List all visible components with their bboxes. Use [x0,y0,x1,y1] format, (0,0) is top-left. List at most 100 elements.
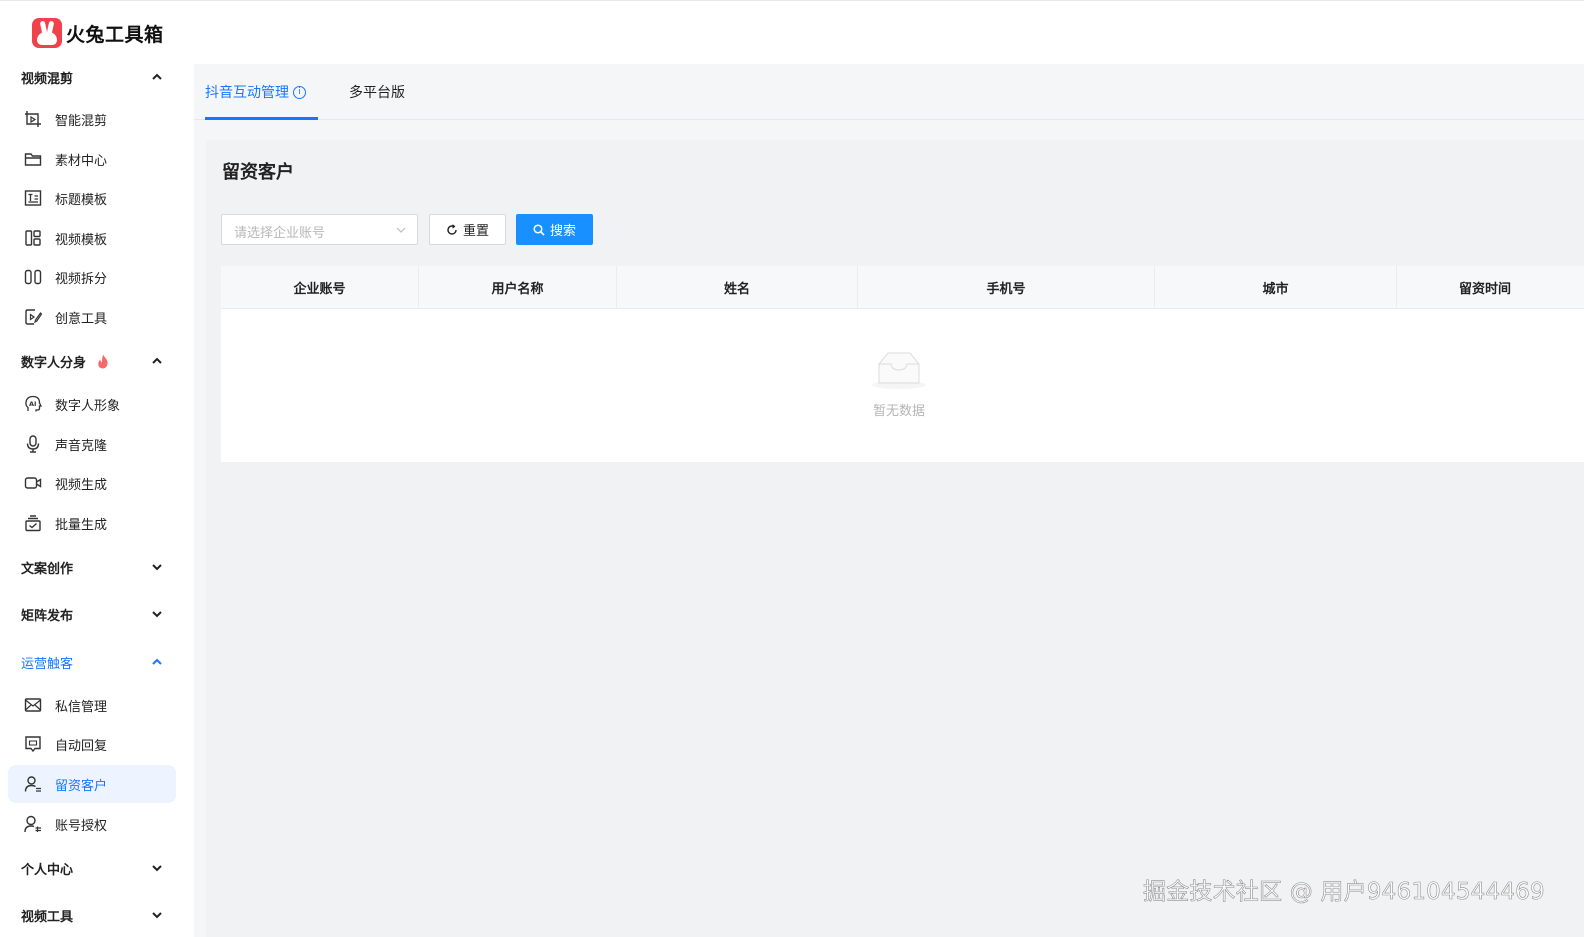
chevron-down-icon [152,912,162,919]
search-icon [533,223,545,236]
column-header-username[interactable]: 用户名称 [419,266,617,309]
sidebar-item-smart-edit[interactable]: 智能混剪 [8,100,176,138]
tab-douyin-interaction[interactable]: 抖音互动管理 i [205,64,306,120]
chevron-down-icon [152,564,162,571]
info-icon[interactable]: i [293,85,306,99]
sidebar-item-label: 声音克隆 [55,438,108,454]
account-select[interactable]: 请选择企业账号 [221,214,418,245]
rabbit-logo-icon [32,18,62,48]
sidebar-group-copywriting[interactable]: 文案创作 [0,547,194,587]
page-title: 留资客户 [222,162,294,183]
sidebar-item-messages[interactable]: 私信管理 [8,686,176,724]
sidebar-item-label: 智能混剪 [55,113,108,129]
ai-avatar-icon: AI [25,395,42,412]
sidebar-item-label: 标题模板 [55,192,108,208]
empty-state-text: 暂无数据 [872,404,925,419]
sidebar-item-label: 数字人形象 [55,398,121,414]
sidebar-group-video-mix[interactable]: 视频混剪 [0,57,194,97]
table-header: 企业账号 用户名称 姓名 手机号 城市 留资时间 [221,266,1584,309]
column-header-lead-time[interactable]: 留资时间 [1397,266,1584,309]
refresh-icon [447,223,457,235]
sidebar-item-label: 批量生成 [55,517,108,533]
title-template-icon [24,190,42,206]
sidebar-item-label: 视频模板 [55,232,108,248]
sidebar-group-title: 视频混剪 [21,71,74,87]
sidebar-item-label: 私信管理 [55,699,108,715]
sidebar-item-label: 视频生成 [55,477,108,493]
sidebar-item-digital-avatar[interactable]: AI 数字人形象 [8,385,176,423]
sidebar-item-label: 视频拆分 [55,271,108,287]
layout-template-icon [25,230,41,246]
sidebar-group-operations[interactable]: 运营触客 [0,642,194,682]
sidebar-item-materials[interactable]: 素材中心 [8,140,176,178]
sidebar-item-creative-tool[interactable]: 创意工具 [8,298,176,336]
app-name: 火兔工具箱 [66,23,164,46]
leads-table: 企业账号 用户名称 姓名 手机号 城市 留资时间 暂无数据 [221,266,1584,462]
sidebar-item-auto-reply[interactable]: 自动回复 [8,725,176,763]
sidebar-group-matrix-publish[interactable]: 矩阵发布 [0,594,194,634]
chevron-down-icon [152,865,162,872]
account-auth-icon [24,815,41,833]
tab-multi-platform[interactable]: 多平台版 [349,64,405,120]
sidebar-group-digital-human[interactable]: 数字人分身 [0,341,194,381]
sidebar-item-voice-clone[interactable]: 声音克隆 [8,425,176,463]
svg-text:AI: AI [29,400,36,408]
app-header: 火兔工具箱 [0,0,1584,64]
reset-button-label: 重置 [462,224,489,239]
sidebar-item-video-template[interactable]: 视频模板 [8,219,176,257]
sidebar: 视频混剪 智能混剪 素材中心 标题模板 视频模板 视频拆分 创意工具 数字人分身… [0,64,194,937]
sidebar-item-label: 自动回复 [55,738,108,754]
account-select-placeholder: 请选择企业账号 [234,226,326,241]
tab-bar: 抖音互动管理 i 多平台版 [194,64,1584,120]
batch-icon [25,515,41,532]
sidebar-group-title: 文案创作 [21,561,74,577]
watermark: 掘金技术社区 @ 用户946104544469 [1143,879,1545,906]
sidebar-item-label: 素材中心 [55,153,108,169]
empty-inbox-icon [872,352,926,389]
chevron-down-icon [396,227,406,233]
sidebar-group-title: 视频工具 [21,909,74,925]
folder-icon [24,153,42,166]
microphone-icon [26,435,40,453]
reset-button[interactable]: 重置 [429,214,506,245]
chevron-up-icon [152,658,162,665]
sidebar-group-title: 数字人分身 [21,355,87,371]
column-header-city[interactable]: 城市 [1155,266,1397,309]
sidebar-item-batch-generate[interactable]: 批量生成 [8,504,176,542]
chevron-up-icon [152,73,162,80]
auto-reply-icon [25,736,41,753]
creative-tool-icon [25,309,42,325]
sidebar-group-title: 运营触客 [21,656,74,672]
tab-label: 多平台版 [349,85,405,101]
sidebar-item-account-auth[interactable]: 账号授权 [8,805,176,843]
smart-edit-icon [25,111,41,127]
customers-icon [24,776,41,792]
app-logo[interactable]: 火兔工具箱 [32,18,164,48]
sidebar-item-label: 账号授权 [55,818,108,834]
search-button-label: 搜索 [549,224,576,239]
mail-icon [24,698,42,712]
content-panel [206,140,1584,937]
active-tab-indicator [205,117,318,120]
sidebar-item-title-template[interactable]: 标题模板 [8,179,176,217]
sidebar-item-video-split[interactable]: 视频拆分 [8,258,176,296]
sidebar-group-title: 矩阵发布 [21,608,74,624]
sidebar-item-label: 留资客户 [55,778,108,794]
sidebar-item-video-generate[interactable]: 视频生成 [8,464,176,502]
split-icon [24,269,42,285]
tab-label: 抖音互动管理 [205,85,289,101]
sidebar-group-video-tools[interactable]: 视频工具 [0,895,194,935]
chevron-up-icon [152,357,162,364]
sidebar-group-personal-center[interactable]: 个人中心 [0,848,194,888]
fire-icon [98,354,108,369]
column-header-phone[interactable]: 手机号 [858,266,1155,309]
search-button[interactable]: 搜索 [516,214,593,245]
empty-state: 暂无数据 [861,350,937,419]
column-header-enterprise-account[interactable]: 企业账号 [221,266,419,309]
sidebar-item-label: 创意工具 [55,311,108,327]
video-camera-icon [24,477,42,489]
sidebar-item-leads[interactable]: 留资客户 [8,765,176,803]
chevron-down-icon [152,611,162,618]
sidebar-group-title: 个人中心 [21,862,74,878]
column-header-name[interactable]: 姓名 [617,266,858,309]
